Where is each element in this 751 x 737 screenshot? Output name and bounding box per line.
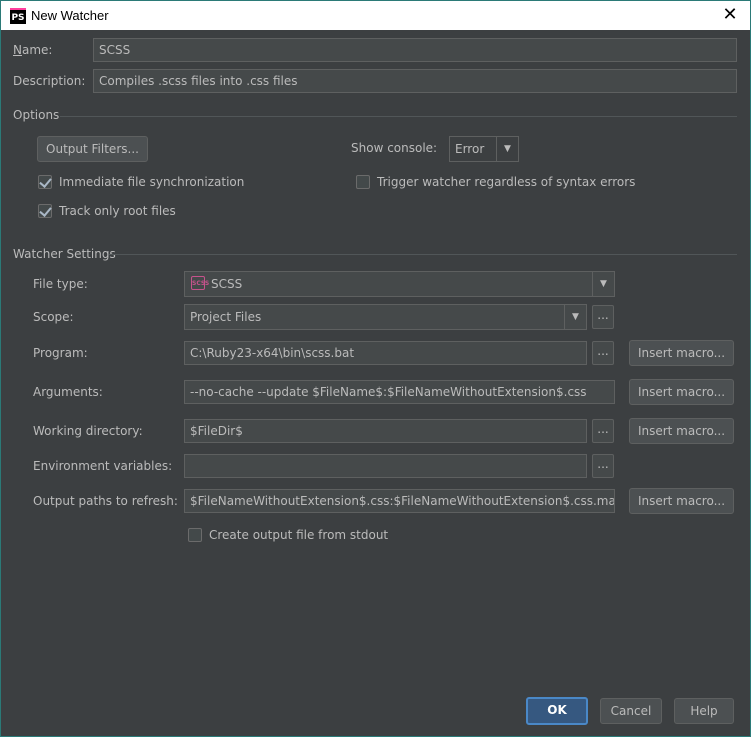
options-section-title: Options [13, 108, 60, 122]
scope-select[interactable]: Project Files ▼ [184, 304, 587, 330]
working-directory-label: Working directory: [33, 424, 143, 438]
title-bar: PS New Watcher ✕ [0, 0, 751, 30]
environment-variables-input[interactable] [184, 454, 587, 478]
scss-icon: SCSS [191, 276, 209, 290]
file-type-label: File type: [33, 277, 88, 291]
show-console-value: Error [455, 142, 485, 156]
create-output-checkbox[interactable] [188, 528, 202, 542]
create-output-label: Create output file from stdout [209, 528, 389, 542]
track-root-label: Track only root files [59, 204, 176, 218]
program-input[interactable]: C:\Ruby23-x64\bin\scss.bat [184, 341, 587, 365]
file-type-value: SCSS [211, 277, 243, 291]
chevron-down-icon: ▼ [496, 137, 518, 161]
watcher-settings-separator [109, 254, 737, 255]
name-label-mnemonic: N [13, 43, 22, 57]
program-browse-button[interactable]: ... [592, 341, 614, 365]
arguments-input[interactable]: --no-cache --update $FileName$:$FileName… [184, 380, 615, 404]
trigger-watcher-label: Trigger watcher regardless of syntax err… [377, 175, 636, 189]
environment-variables-browse-button[interactable]: ... [592, 454, 614, 478]
chevron-down-icon: ▼ [592, 272, 614, 296]
chevron-down-icon: ▼ [564, 305, 586, 329]
immediate-sync-checkbox[interactable] [38, 175, 52, 189]
program-label: Program: [33, 346, 88, 360]
arguments-label: Arguments: [33, 385, 103, 399]
trigger-watcher-checkbox[interactable] [356, 175, 370, 189]
scope-value: Project Files [190, 310, 262, 324]
close-icon[interactable]: ✕ [720, 5, 740, 25]
output-paths-label: Output paths to refresh: [33, 494, 178, 508]
output-paths-input[interactable]: $FileNameWithoutExtension$.css:$FileName… [184, 489, 615, 513]
output-paths-insert-macro-button[interactable]: Insert macro... [629, 488, 734, 514]
ok-button[interactable]: OK [526, 697, 588, 725]
working-directory-insert-macro-button[interactable]: Insert macro... [629, 418, 734, 444]
working-directory-browse-button[interactable]: ... [592, 419, 614, 443]
phpstorm-app-icon: PS [10, 8, 26, 24]
cancel-button[interactable]: Cancel [600, 698, 662, 724]
window-title: New Watcher [31, 8, 109, 23]
output-filters-button[interactable]: Output Filters... [37, 136, 148, 162]
description-label: Description: [13, 74, 86, 88]
scope-label: Scope: [33, 310, 74, 324]
help-button[interactable]: Help [674, 698, 734, 724]
name-label-text: ame: [21, 43, 53, 57]
show-console-select[interactable]: Error ▼ [449, 136, 519, 162]
options-separator [60, 116, 737, 117]
environment-variables-label: Environment variables: [33, 459, 173, 473]
arguments-insert-macro-button[interactable]: Insert macro... [629, 379, 734, 405]
immediate-sync-label: Immediate file synchronization [59, 175, 245, 189]
file-type-select[interactable]: SCSS SCSS ▼ [184, 271, 615, 297]
name-label: Name: [13, 43, 52, 57]
working-directory-input[interactable]: $FileDir$ [184, 419, 587, 443]
track-root-checkbox[interactable] [38, 204, 52, 218]
program-insert-macro-button[interactable]: Insert macro... [629, 340, 734, 366]
name-input[interactable]: SCSS [93, 38, 737, 62]
scope-browse-button[interactable]: ... [592, 305, 614, 329]
watcher-settings-section-title: Watcher Settings [13, 247, 116, 261]
show-console-label: Show console: [351, 141, 438, 155]
description-input[interactable]: Compiles .scss files into .css files [93, 69, 737, 93]
